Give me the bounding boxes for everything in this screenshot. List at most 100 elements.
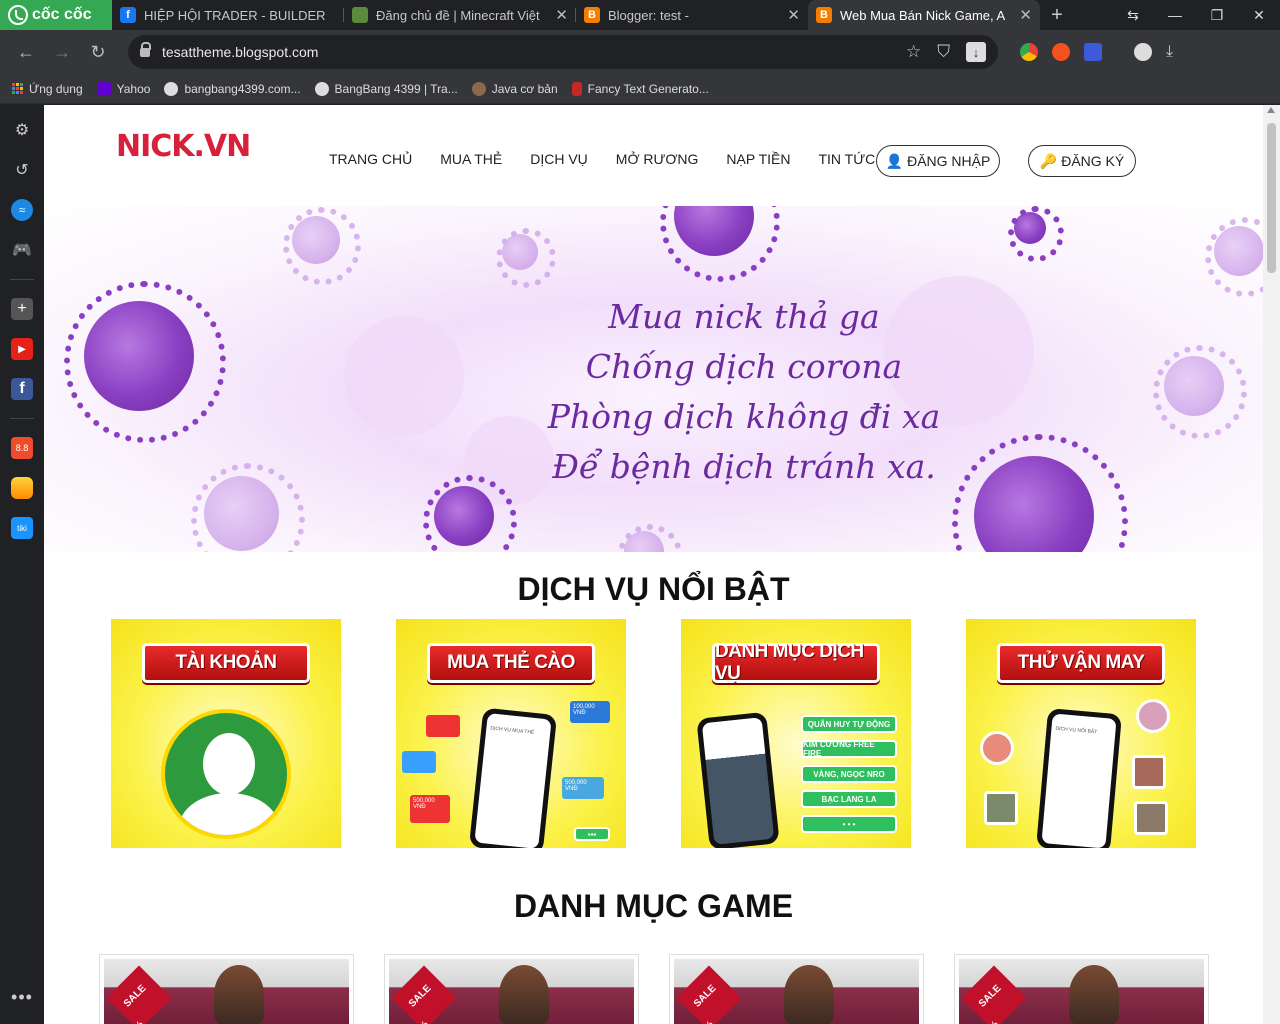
site-header: NICK.VN TRANG CHỦ MUA THẺ DỊCH VỤ MỞ RƯƠ… — [44, 105, 1263, 205]
tab-title: HIỆP HỘI TRADER - BUILDER — [144, 7, 326, 23]
register-button[interactable]: 🔑 ĐĂNG KÝ — [1028, 145, 1136, 177]
nav-dich-vu[interactable]: DỊCH VỤ — [530, 151, 588, 167]
lock-icon[interactable] — [140, 41, 151, 57]
tab-web-mua-ban-nick[interactable]: B Web Mua Bán Nick Game, A ✕ — [808, 0, 1040, 30]
service-card-mua-the-cao[interactable]: MUA THẺ CÀO DỊCH VỤ MUA THẺ 500,000 VNĐ … — [396, 619, 626, 848]
sale-badge: SALE30% — [676, 965, 742, 1024]
bookmark-bangbang4399-tra[interactable]: BangBang 4399 | Tra... — [314, 81, 458, 96]
bookmark-bangbang4399-com[interactable]: bangbang4399.com... — [164, 81, 301, 96]
nav-nap-tien[interactable]: NẠP TIỀN — [726, 151, 790, 167]
browser-sidebar: ⚙ ↺ ≈ 🎮 + ▶ f 8.8 tiki ••• — [0, 105, 44, 1024]
facebook-favicon-icon: f — [120, 7, 136, 23]
back-button[interactable]: ← — [8, 42, 44, 63]
coccoc-menu-button[interactable]: cốc cốc — [0, 0, 112, 30]
game-card[interactable]: SALE30% — [669, 954, 924, 1024]
scrollbar-thumb[interactable] — [1267, 123, 1276, 273]
bookmark-apps[interactable]: Ứng dụng — [12, 82, 83, 96]
restore-tabs-icon[interactable]: ⇆ — [1112, 0, 1154, 30]
bookmark-label: bangbang4399.com... — [184, 81, 301, 96]
service-pill: BẠC LANG LA — [801, 790, 897, 808]
bookmark-yahoo[interactable]: Yahoo — [96, 81, 151, 96]
register-label: ĐĂNG KÝ — [1061, 153, 1125, 169]
history-icon[interactable]: ↺ — [11, 159, 33, 181]
bookmark-fancy-text[interactable]: Fancy Text Generato... — [571, 81, 709, 96]
prepaid-card-graphic: 500,000 VNĐ — [562, 777, 604, 799]
site-nav: TRANG CHỦ MUA THẺ DỊCH VỤ MỞ RƯƠNG NẠP T… — [329, 151, 875, 167]
game-card[interactable]: SALE30% — [384, 954, 639, 1024]
tiki-icon[interactable]: tiki — [11, 517, 33, 539]
new-tab-button[interactable]: + — [1040, 0, 1074, 30]
forward-button[interactable]: → — [44, 42, 80, 63]
youtube-icon[interactable]: ▶ — [11, 338, 33, 360]
messenger-icon[interactable]: ≈ — [11, 199, 33, 221]
site-logo[interactable]: NICK.VN — [116, 129, 251, 164]
scroll-up-icon[interactable] — [1267, 107, 1275, 113]
tab-minecraft[interactable]: Đăng chủ đề | Minecraft Việt ✕ — [344, 0, 576, 30]
service-card-label: TÀI KHOẢN — [142, 643, 310, 683]
shield-icon[interactable]: ⛉ — [937, 42, 950, 62]
add-panel-icon[interactable]: + — [11, 298, 33, 320]
sale-badge: SALE30% — [106, 965, 172, 1024]
profile-avatar-icon[interactable] — [1134, 43, 1152, 61]
services-title: DỊCH VỤ NỔI BẬT — [517, 571, 790, 607]
nav-trang-chu[interactable]: TRANG CHỦ — [329, 151, 412, 167]
gamepad-icon[interactable]: 🎮 — [11, 239, 33, 261]
java-site-icon — [471, 81, 486, 96]
service-card-thu-van-may[interactable]: THỬ VẬN MAY DỊCH VỤ NỔI BẬT — [966, 619, 1196, 848]
facebook-icon[interactable]: f — [11, 378, 33, 400]
globe-icon — [164, 81, 179, 96]
virus-graphic — [64, 281, 226, 443]
reload-button[interactable]: ↻ — [80, 42, 116, 63]
maximize-button[interactable]: ❐ — [1196, 0, 1238, 30]
extension-colorful-icon[interactable] — [1020, 43, 1038, 61]
tab-blogger[interactable]: B Blogger: test - ✕ — [576, 0, 808, 30]
browser-toolbar: ← → ↻ tesattheme.blogspot.com ☆ ⛉ ↓ ⤓ — [0, 30, 1280, 74]
prepaid-card-graphic: 100,000 VNĐ — [570, 701, 610, 723]
phone-graphic — [696, 711, 780, 848]
coccoc-logo-icon — [8, 5, 28, 25]
game-card[interactable]: SALE30% — [954, 954, 1209, 1024]
service-card-tai-khoan[interactable]: TÀI KHOẢN — [111, 619, 341, 848]
game-app-icon[interactable] — [11, 477, 33, 499]
slogan-line: Để bệnh dịch tránh xa. — [552, 447, 936, 486]
bookmarks-bar: Ứng dụng Yahoo bangbang4399.com... BangB… — [0, 74, 1280, 104]
tab-close-icon[interactable]: ✕ — [555, 6, 568, 24]
games-grid: SALE30% SALE30% SALE30% SALE30% — [99, 954, 1209, 1024]
bookmark-label: Java cơ bản — [491, 81, 558, 96]
virus-graphic — [1153, 345, 1247, 439]
hero-banner: Mua nick thả ga Chống dịch corona Phòng … — [44, 206, 1263, 552]
virus-graphic — [423, 475, 517, 552]
slogan-line: Mua nick thả ga — [608, 297, 880, 336]
tab-close-icon[interactable]: ✕ — [1019, 6, 1032, 24]
service-card-danh-muc-dich-vu[interactable]: DANH MỤC DỊCH VỤ QUÂN HUY TỰ ĐỘNG KIM CƯ… — [681, 619, 911, 848]
tab-bar: cốc cốc f HIỆP HỘI TRADER - BUILDER Đăng… — [0, 0, 1280, 30]
bookmark-star-icon[interactable]: ☆ — [906, 42, 921, 62]
login-button[interactable]: 👤 ĐĂNG NHẬP — [876, 145, 1000, 177]
page-scrollbar[interactable] — [1263, 105, 1280, 1024]
virus-graphic — [1205, 217, 1263, 297]
downloads-icon[interactable]: ⤓ — [1166, 43, 1173, 61]
virus-graphic — [952, 434, 1128, 552]
bookmark-label: BangBang 4399 | Tra... — [334, 81, 458, 96]
url-text[interactable]: tesattheme.blogspot.com — [162, 44, 906, 60]
nav-tin-tuc[interactable]: TIN TỨC — [818, 151, 875, 167]
nav-mua-the[interactable]: MUA THẺ — [440, 151, 502, 167]
virus-graphic — [1008, 206, 1064, 262]
tab-close-icon[interactable]: ✕ — [787, 6, 800, 24]
nav-mo-ruong[interactable]: MỞ RƯƠNG — [616, 151, 699, 167]
download-page-icon[interactable]: ↓ — [966, 42, 986, 62]
bookmark-java-co-ban[interactable]: Java cơ bản — [471, 81, 558, 96]
extension-fire-icon[interactable] — [1052, 43, 1070, 61]
bookmark-label: Yahoo — [116, 81, 151, 96]
tab-title: Web Mua Bán Nick Game, A — [840, 7, 1006, 23]
close-window-button[interactable]: ✕ — [1238, 0, 1280, 30]
extension-j-icon[interactable] — [1084, 43, 1102, 61]
game-card[interactable]: SALE30% — [99, 954, 354, 1024]
minimize-button[interactable]: — — [1154, 0, 1196, 30]
address-bar[interactable]: tesattheme.blogspot.com ☆ ⛉ ↓ — [128, 35, 998, 69]
more-options-icon[interactable]: ••• — [11, 987, 33, 1008]
settings-gear-icon[interactable]: ⚙ — [11, 119, 33, 141]
shopee-icon[interactable]: 8.8 — [11, 437, 33, 459]
virus-graphic — [190, 462, 305, 552]
tab-hiep-hoi-trader[interactable]: f HIỆP HỘI TRADER - BUILDER — [112, 0, 344, 30]
